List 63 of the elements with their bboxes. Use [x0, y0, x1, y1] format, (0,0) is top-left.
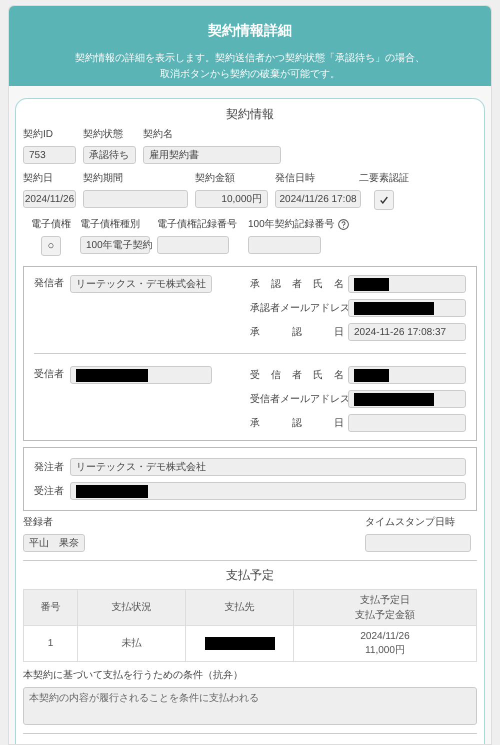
description-text: 取消ボタンから契約の破棄が可能です。: [160, 68, 340, 82]
column-header: 支払予定日 支払予定金額: [294, 590, 476, 626]
column-header: 番号: [24, 590, 78, 626]
table-cell: 1: [24, 626, 78, 662]
field-label: 電子債権記録番号: [157, 218, 237, 232]
field-label: 受注者: [34, 484, 64, 498]
text-field[interactable]: [248, 236, 321, 254]
field-label: 承認者氏名: [250, 278, 344, 292]
help-icon[interactable]: [338, 219, 349, 230]
text-field[interactable]: リーテックス・デモ株式会社: [70, 275, 212, 293]
checkbox[interactable]: [374, 190, 394, 210]
text-field[interactable]: [70, 482, 466, 500]
section-title: 契約情報: [225, 106, 275, 123]
table-cell-text: 11,000円: [364, 644, 406, 658]
check-icon: [379, 195, 389, 205]
field-label: 契約日: [23, 172, 53, 186]
text-field[interactable]: 承認待ち: [83, 146, 136, 164]
field-label: 契約期間: [83, 172, 123, 186]
field-label: 承認日: [250, 416, 344, 430]
field-label: 受信者: [34, 368, 64, 382]
text-field[interactable]: [83, 190, 188, 208]
field-label: 二要素認証: [359, 172, 409, 186]
text-field[interactable]: [348, 275, 466, 293]
field-label: 本契約に基づいて支払を行うための条件（抗弁）: [23, 668, 244, 683]
text-field[interactable]: 2024/11/26: [23, 190, 76, 208]
field-label: 契約状態: [83, 128, 123, 142]
text-field[interactable]: [348, 366, 466, 384]
field-label: 登録者: [23, 516, 54, 530]
text-field[interactable]: [348, 414, 466, 432]
text-field[interactable]: [70, 366, 212, 384]
text-field[interactable]: 10,000円: [195, 190, 268, 208]
description-text: 契約情報の詳細を表示します。契約送信者かつ契約状態「承認待ち」の場合、: [75, 52, 425, 66]
field-label: 発信日時: [275, 172, 315, 186]
field-label: 発注者: [34, 460, 64, 474]
field-label: 契約ID: [23, 128, 53, 142]
field-label: 契約金額: [195, 172, 235, 186]
text-field[interactable]: [365, 534, 471, 552]
text-field[interactable]: リーテックス・デモ株式会社: [70, 458, 466, 476]
field-label: 電子債権種別: [80, 218, 140, 232]
text-field[interactable]: 雇用契約書: [143, 146, 281, 164]
text-field[interactable]: 平山 果奈: [23, 534, 85, 552]
field-label: 受信者氏名: [250, 368, 344, 382]
section-title: 支払予定: [225, 567, 275, 584]
field-label: 発信者: [34, 276, 64, 291]
text-field[interactable]: 2024-11-26 17:08:37: [348, 323, 466, 341]
text-field[interactable]: [157, 236, 229, 254]
field-label: 契約名: [143, 128, 173, 142]
text-field[interactable]: 100年電子契約: [80, 236, 150, 254]
table-cell-text: 2024/11/26: [359, 630, 411, 644]
column-header: 支払先: [186, 590, 294, 626]
column-header: 支払状況: [78, 590, 186, 626]
field-label: 電子債権: [31, 218, 71, 232]
page-title: 契約情報詳細: [208, 21, 292, 40]
text-area[interactable]: 本契約の内容が履行されることを条件に支払われる: [23, 687, 477, 725]
text-field[interactable]: [348, 390, 466, 408]
field-label: 承認日: [250, 326, 344, 340]
text-field[interactable]: 2024/11/26 17:08: [275, 190, 361, 208]
table-cell: 未払: [78, 626, 186, 662]
field-label: タイムスタンプ日時: [365, 516, 456, 530]
text-field[interactable]: 753: [23, 146, 76, 164]
text-field[interactable]: ○: [41, 236, 61, 256]
field-label: 100年契約記録番号: [248, 218, 335, 232]
text-field[interactable]: [348, 299, 466, 317]
